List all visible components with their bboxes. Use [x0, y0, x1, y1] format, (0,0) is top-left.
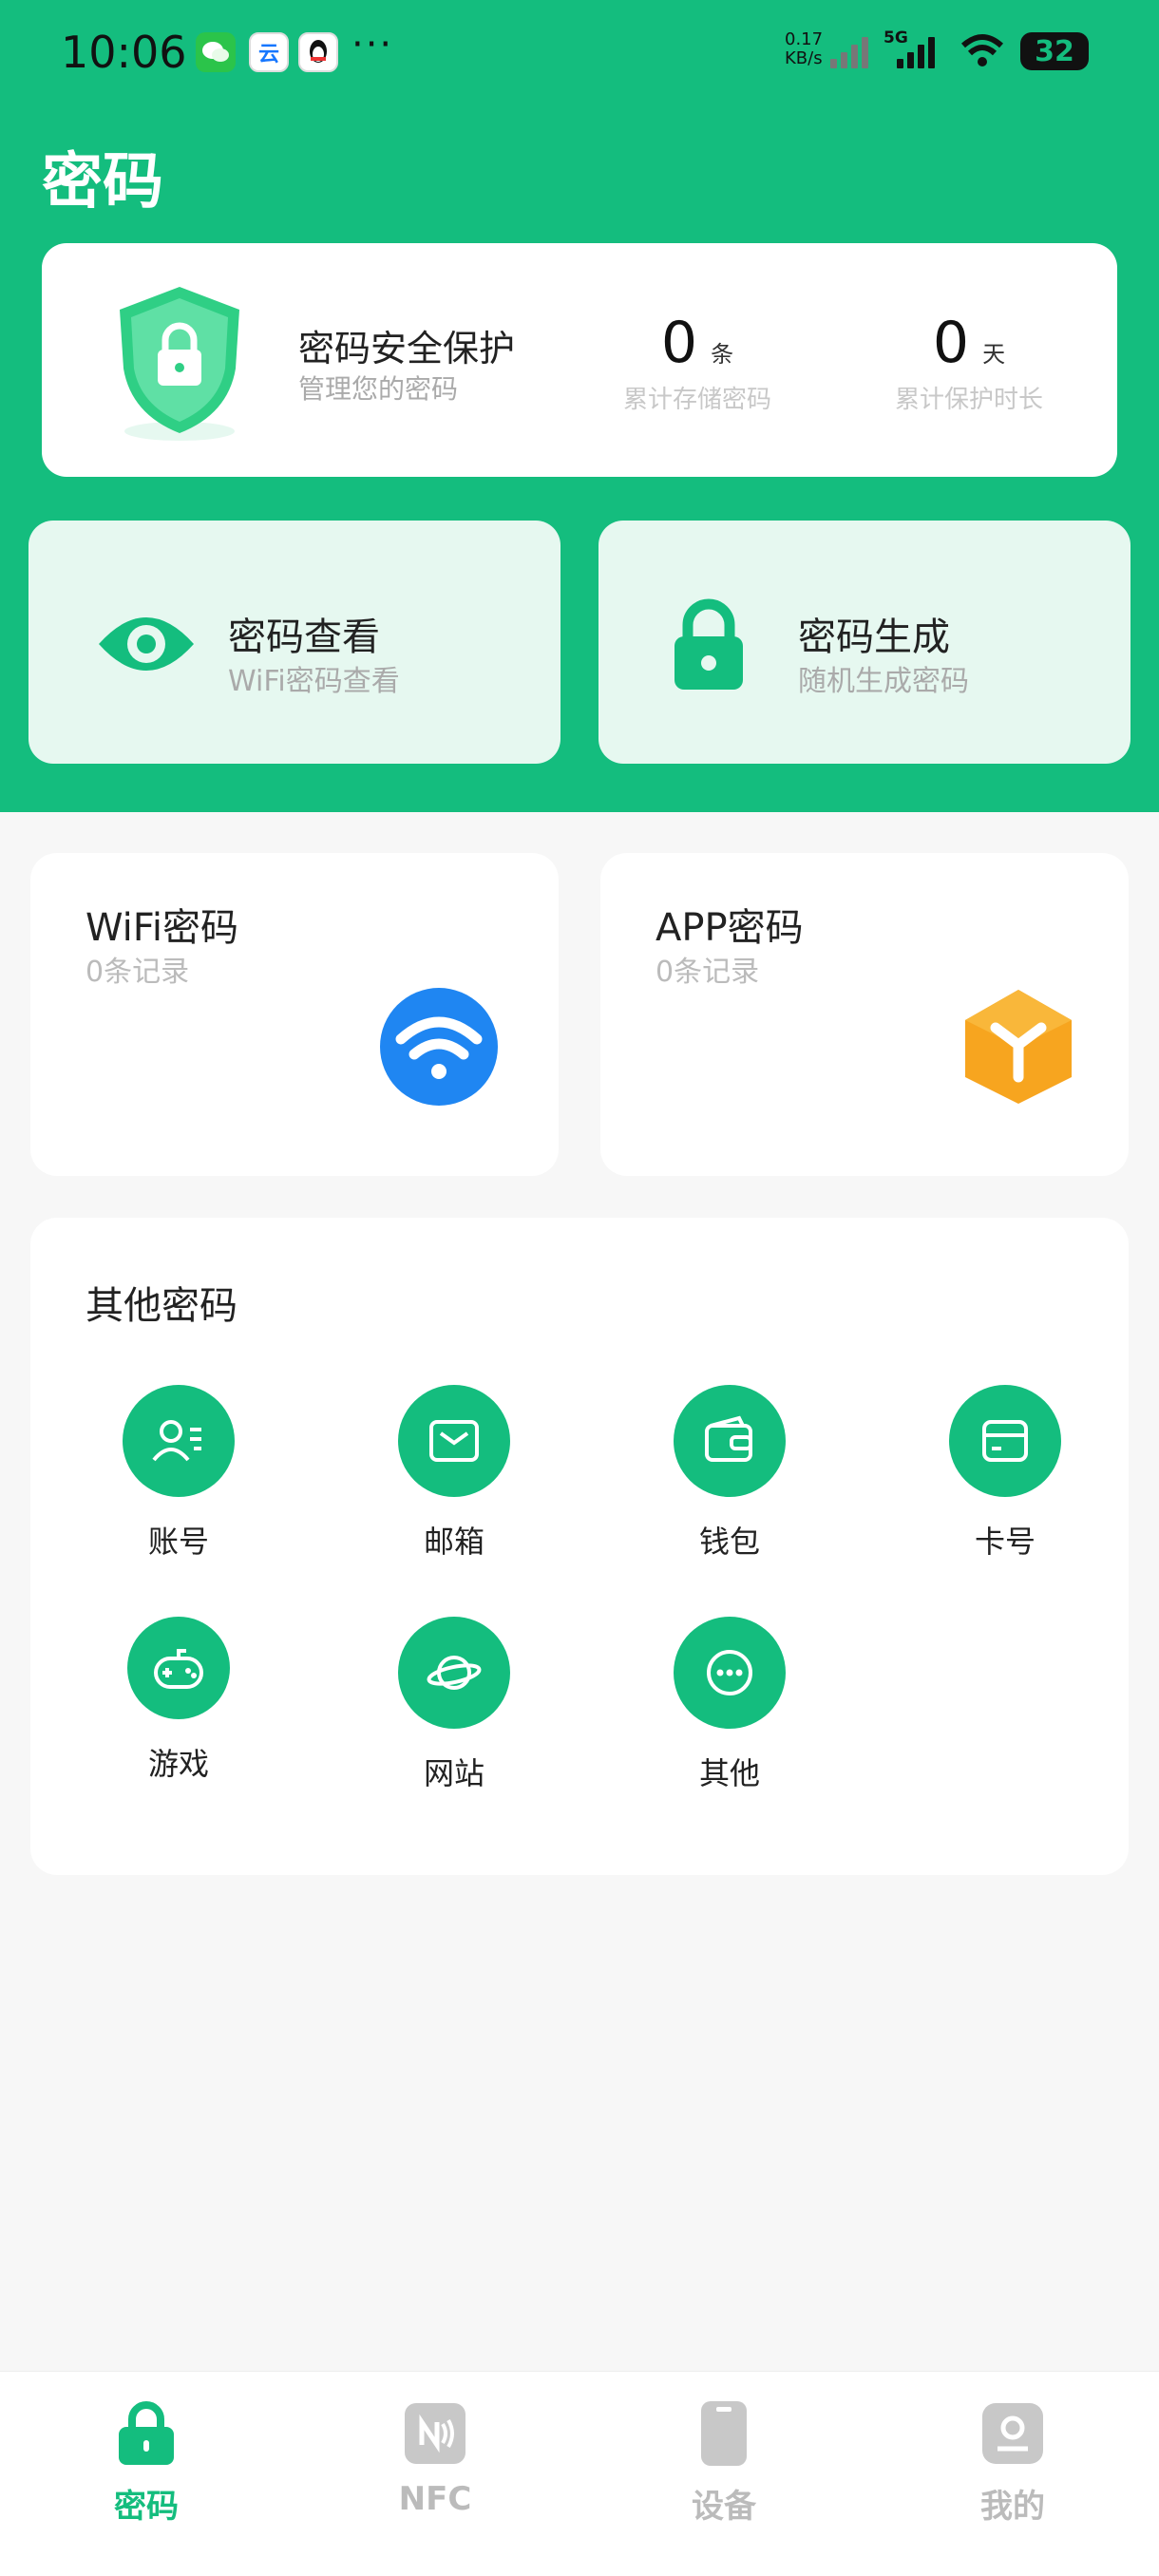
feature-subtitle: WiFi密码查看: [228, 665, 400, 698]
account-icon: [123, 1385, 235, 1497]
wifi-status-icon: [960, 34, 1004, 66]
category-account[interactable]: 账号: [103, 1385, 255, 1562]
stat-value: 0: [660, 310, 698, 376]
phone-icon: [691, 2400, 757, 2467]
card-icon: [949, 1385, 1061, 1497]
tab-nfc[interactable]: NFC: [340, 2400, 530, 2518]
category-label: 游戏: [147, 1746, 209, 1782]
category-label: 网站: [423, 1755, 484, 1791]
tab-label: 我的: [980, 2488, 1045, 2526]
tab-device[interactable]: 设备: [629, 2400, 819, 2527]
category-label: 其他: [698, 1755, 760, 1791]
bottom-navigation: 密码 NFC 设备 我的: [0, 2371, 1159, 2576]
category-label: 邮箱: [423, 1524, 484, 1560]
category-label: 账号: [147, 1524, 209, 1560]
mail-icon: [398, 1385, 510, 1497]
lock-icon: [674, 598, 743, 690]
password-generate-card[interactable]: 密码生成 随机生成密码: [598, 521, 1130, 764]
category-mail[interactable]: 邮箱: [378, 1385, 530, 1562]
feature-title: 密码生成: [798, 616, 950, 659]
category-label: 钱包: [698, 1524, 760, 1560]
planet-icon: [398, 1617, 510, 1729]
category-website[interactable]: 网站: [378, 1617, 530, 1793]
stored-passwords-stat: 0条 累计存储密码: [602, 310, 792, 415]
stat-unit: 天: [982, 341, 1006, 368]
tab-password[interactable]: 密码: [51, 2400, 241, 2527]
tab-label: NFC: [398, 2480, 472, 2518]
cloud-app-icon: 云: [249, 32, 289, 72]
tab-label: 设备: [692, 2488, 756, 2526]
other-passwords-card: 其他密码 账号 邮箱 钱包 卡号 游戏 网站 其他: [30, 1218, 1129, 1875]
wallet-icon: [674, 1385, 786, 1497]
status-time: 10:06: [61, 27, 187, 78]
record-count: 0条记录: [86, 956, 190, 989]
gamepad-icon: [127, 1617, 230, 1719]
section-title: 其他密码: [86, 1284, 238, 1328]
category-game[interactable]: 游戏: [103, 1617, 255, 1784]
tab-mine[interactable]: 我的: [918, 2400, 1108, 2527]
feature-title: 密码查看: [228, 616, 380, 659]
wechat-icon: [196, 32, 236, 72]
protection-duration-stat: 0天 累计保护时长: [874, 310, 1064, 415]
network-speed: 0.17 KB/s: [785, 30, 823, 68]
status-bar: 10:06 云 ··· 0.17 KB/s 5G 32: [0, 0, 1159, 104]
nfc-icon: [402, 2400, 468, 2467]
category-other[interactable]: 其他: [654, 1617, 806, 1793]
stat-value: 0: [932, 310, 970, 376]
security-summary-card: 密码安全保护 管理您的密码 0条 累计存储密码 0天 累计保护时长: [42, 243, 1117, 477]
record-count: 0条记录: [656, 956, 760, 989]
summary-title: 密码安全保护: [298, 328, 516, 369]
wifi-icon: [380, 988, 498, 1106]
stat-unit: 条: [711, 341, 734, 368]
net-speed-unit: KB/s: [785, 48, 823, 68]
battery-indicator: 32: [1020, 32, 1089, 70]
signal-icon: [830, 34, 868, 68]
shield-lock-icon: [120, 287, 239, 441]
page-title: 密码: [42, 147, 163, 218]
qq-icon: [298, 32, 338, 72]
category-wallet[interactable]: 钱包: [654, 1385, 806, 1562]
record-title: APP密码: [656, 906, 804, 950]
summary-subtitle: 管理您的密码: [298, 373, 459, 405]
net-speed-value: 0.17: [785, 29, 824, 49]
stat-label: 累计存储密码: [622, 386, 771, 414]
eye-icon: [99, 617, 194, 671]
category-card[interactable]: 卡号: [929, 1385, 1081, 1562]
feature-subtitle: 随机生成密码: [798, 665, 969, 698]
lock-icon: [113, 2400, 180, 2467]
app-cube-icon: [965, 990, 1072, 1104]
wifi-password-card[interactable]: WiFi密码 0条记录: [30, 853, 559, 1176]
tab-label: 密码: [114, 2488, 179, 2526]
stat-label: 累计保护时长: [894, 386, 1043, 414]
more-notifications: ···: [352, 23, 394, 66]
more-icon: [674, 1617, 786, 1729]
signal-5g-icon: [897, 34, 935, 68]
password-view-card[interactable]: 密码查看 WiFi密码查看: [28, 521, 560, 764]
user-icon: [979, 2400, 1046, 2467]
app-password-card[interactable]: APP密码 0条记录: [600, 853, 1129, 1176]
record-title: WiFi密码: [86, 906, 238, 950]
category-label: 卡号: [974, 1524, 1036, 1560]
